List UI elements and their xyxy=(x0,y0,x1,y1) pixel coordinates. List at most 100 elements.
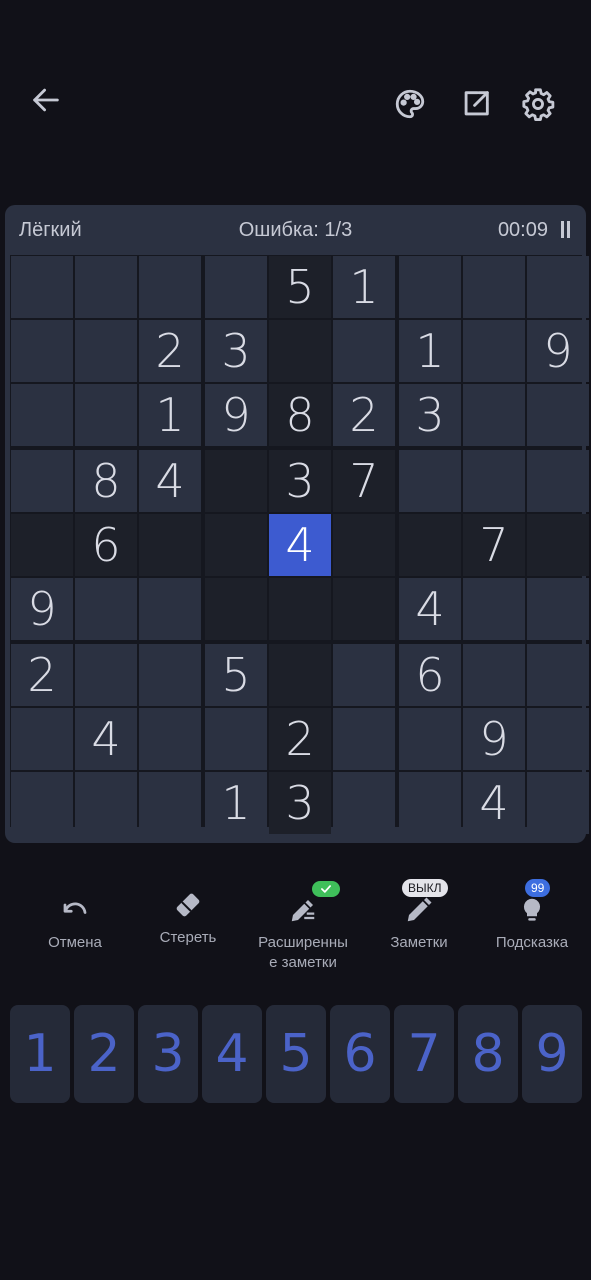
grid-cell[interactable]: 3 xyxy=(399,384,461,446)
hint-button[interactable]: 99 Подсказка xyxy=(477,879,587,953)
number-key-4[interactable]: 4 xyxy=(202,1005,262,1103)
grid-cell[interactable] xyxy=(399,256,461,318)
grid-cell[interactable] xyxy=(75,256,137,318)
grid-cell[interactable] xyxy=(527,578,589,640)
advanced-notes-button[interactable]: Расширенны е заметки xyxy=(248,881,358,973)
grid-cell[interactable] xyxy=(139,514,201,576)
grid-cell[interactable] xyxy=(463,450,525,512)
grid-cell[interactable] xyxy=(333,320,395,382)
grid-cell[interactable] xyxy=(11,450,73,512)
grid-cell[interactable] xyxy=(205,578,267,640)
palette-icon[interactable] xyxy=(390,84,430,124)
number-key-8[interactable]: 8 xyxy=(458,1005,518,1103)
grid-cell[interactable]: 2 xyxy=(11,644,73,706)
grid-cell[interactable] xyxy=(269,320,331,382)
grid-cell[interactable] xyxy=(463,320,525,382)
number-key-9[interactable]: 9 xyxy=(522,1005,582,1103)
grid-cell[interactable] xyxy=(139,256,201,318)
grid-cell[interactable]: 4 xyxy=(463,772,525,834)
grid-cell[interactable]: 3 xyxy=(269,772,331,834)
grid-cell[interactable] xyxy=(75,384,137,446)
grid-cell[interactable]: 8 xyxy=(269,384,331,446)
grid-cell[interactable] xyxy=(75,644,137,706)
grid-cell[interactable]: 1 xyxy=(139,384,201,446)
grid-cell[interactable]: 5 xyxy=(269,256,331,318)
pause-icon[interactable] xyxy=(558,221,572,239)
grid-cell[interactable]: 5 xyxy=(205,644,267,706)
selected-cell[interactable]: 4 xyxy=(269,514,331,576)
grid-cell[interactable] xyxy=(527,256,589,318)
grid-cell[interactable] xyxy=(11,320,73,382)
notes-button[interactable]: ВЫКЛ Заметки xyxy=(364,879,474,953)
grid-cell[interactable]: 2 xyxy=(333,384,395,446)
grid-cell[interactable] xyxy=(205,708,267,770)
grid-cell[interactable]: 9 xyxy=(11,578,73,640)
grid-cell[interactable] xyxy=(75,772,137,834)
grid-cell[interactable]: 4 xyxy=(139,450,201,512)
grid-cell[interactable] xyxy=(463,256,525,318)
grid-cell[interactable] xyxy=(269,578,331,640)
number-key-6[interactable]: 6 xyxy=(330,1005,390,1103)
grid-cell[interactable] xyxy=(11,384,73,446)
grid-cell[interactable]: 1 xyxy=(205,772,267,834)
grid-cell[interactable] xyxy=(333,772,395,834)
undo-button[interactable]: Отмена xyxy=(20,885,130,953)
grid-cell[interactable] xyxy=(399,514,461,576)
grid-cell[interactable]: 9 xyxy=(527,320,589,382)
grid-cell[interactable] xyxy=(463,578,525,640)
grid-cell[interactable] xyxy=(527,644,589,706)
grid-cell[interactable]: 1 xyxy=(333,256,395,318)
grid-cell[interactable] xyxy=(527,450,589,512)
grid-cell[interactable] xyxy=(399,708,461,770)
grid-cell[interactable] xyxy=(333,578,395,640)
grid-cell[interactable] xyxy=(333,644,395,706)
grid-cell[interactable] xyxy=(139,708,201,770)
grid-cell[interactable] xyxy=(11,514,73,576)
grid-cell[interactable] xyxy=(463,384,525,446)
grid-cell[interactable]: 3 xyxy=(269,450,331,512)
grid-cell[interactable] xyxy=(527,708,589,770)
erase-button[interactable]: Стереть xyxy=(133,880,243,948)
gear-icon[interactable] xyxy=(518,84,558,124)
grid-cell[interactable]: 1 xyxy=(399,320,461,382)
grid-cell[interactable]: 2 xyxy=(269,708,331,770)
grid-cell[interactable] xyxy=(527,772,589,834)
grid-cell[interactable] xyxy=(399,772,461,834)
grid-cell[interactable]: 6 xyxy=(75,514,137,576)
grid-cell[interactable] xyxy=(333,514,395,576)
grid-cell[interactable]: 2 xyxy=(139,320,201,382)
grid-cell[interactable] xyxy=(205,450,267,512)
grid-cell[interactable] xyxy=(463,644,525,706)
grid-cell[interactable]: 4 xyxy=(75,708,137,770)
grid-cell[interactable]: 9 xyxy=(205,384,267,446)
grid-cell[interactable] xyxy=(269,644,331,706)
grid-cell[interactable]: 6 xyxy=(399,644,461,706)
grid-cell[interactable] xyxy=(11,772,73,834)
grid-cell[interactable] xyxy=(139,772,201,834)
grid-cell[interactable] xyxy=(11,256,73,318)
grid-cell[interactable]: 4 xyxy=(399,578,461,640)
grid-cell[interactable] xyxy=(527,514,589,576)
grid-cell[interactable] xyxy=(333,708,395,770)
grid-cell[interactable] xyxy=(75,578,137,640)
number-key-5[interactable]: 5 xyxy=(266,1005,326,1103)
number-key-1[interactable]: 1 xyxy=(10,1005,70,1103)
share-icon[interactable] xyxy=(456,84,496,124)
grid-cell[interactable]: 8 xyxy=(75,450,137,512)
grid-cell[interactable] xyxy=(399,450,461,512)
back-arrow-icon[interactable] xyxy=(26,80,66,120)
grid-cell[interactable] xyxy=(11,708,73,770)
number-key-3[interactable]: 3 xyxy=(138,1005,198,1103)
grid-cell[interactable]: 7 xyxy=(463,514,525,576)
number-key-7[interactable]: 7 xyxy=(394,1005,454,1103)
grid-cell[interactable]: 3 xyxy=(205,320,267,382)
grid-cell[interactable]: 7 xyxy=(333,450,395,512)
grid-cell[interactable] xyxy=(527,384,589,446)
grid-cell[interactable] xyxy=(75,320,137,382)
grid-cell[interactable] xyxy=(139,578,201,640)
grid-cell[interactable] xyxy=(139,644,201,706)
grid-cell[interactable]: 9 xyxy=(463,708,525,770)
grid-cell[interactable] xyxy=(205,256,267,318)
number-key-2[interactable]: 2 xyxy=(74,1005,134,1103)
grid-cell[interactable] xyxy=(205,514,267,576)
